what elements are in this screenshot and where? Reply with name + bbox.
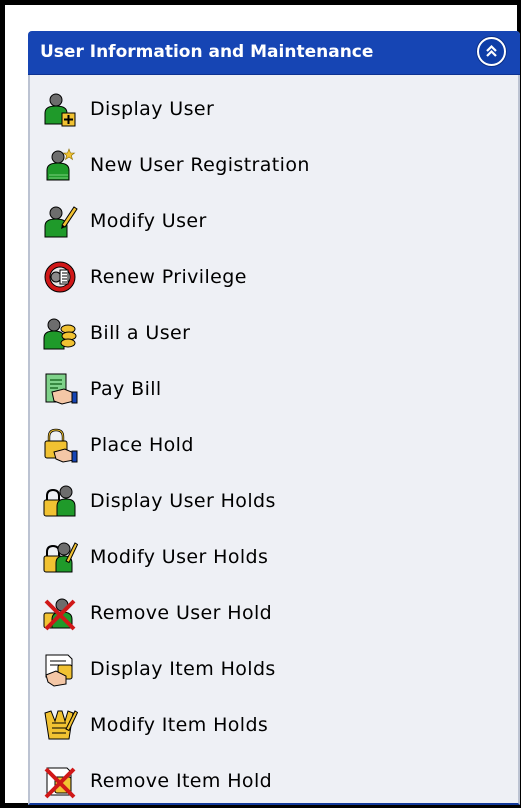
menu-item-label: Remove Item Hold xyxy=(90,770,273,792)
modify-item-holds-link[interactable]: Modify Item Holds xyxy=(42,707,482,743)
panel-title: User Information and Maintenance xyxy=(40,42,374,62)
display-user-holds-icon xyxy=(43,485,76,517)
remove-item-hold-icon xyxy=(44,767,76,799)
place-hold-icon xyxy=(44,428,78,463)
modify-user-holds-icon xyxy=(43,542,78,573)
menu-item-label: Modify User Holds xyxy=(90,546,269,568)
renew-privilege-link[interactable]: Renew Privilege xyxy=(42,259,482,295)
display-user-link[interactable]: Display User xyxy=(42,91,482,127)
menu-item-label: New User Registration xyxy=(90,154,310,176)
panel-header: User Information and Maintenance xyxy=(28,31,520,75)
menu-item-label: Display User xyxy=(90,98,215,120)
remove-user-hold-icon xyxy=(43,598,76,631)
place-hold-link[interactable]: Place Hold xyxy=(42,427,482,463)
renew-privilege-icon xyxy=(44,261,76,293)
display-user-icon xyxy=(44,93,76,127)
menu-item-label: Pay Bill xyxy=(90,378,162,400)
modify-user-holds-link[interactable]: Modify User Holds xyxy=(42,539,482,575)
menu-item-label: Place Hold xyxy=(90,434,194,456)
display-item-holds-icon xyxy=(45,654,73,687)
bill-user-icon xyxy=(43,318,77,350)
menu-item-label: Renew Privilege xyxy=(90,266,247,288)
remove-item-hold-link[interactable]: Remove Item Hold xyxy=(42,763,482,799)
new-user-registration-icon xyxy=(46,148,76,181)
modify-item-holds-icon xyxy=(44,710,78,740)
user-maintenance-panel: User Information and Maintenance Display… xyxy=(28,31,520,805)
modify-user-icon xyxy=(44,206,78,238)
pay-bill-link[interactable]: Pay Bill xyxy=(42,371,482,407)
pay-bill-icon xyxy=(45,373,78,405)
remove-user-hold-link[interactable]: Remove User Hold xyxy=(42,595,482,631)
window-frame: User Information and Maintenance Display… xyxy=(0,0,521,808)
new-user-registration-link[interactable]: New User Registration xyxy=(42,147,482,183)
double-chevron-up-icon xyxy=(486,44,497,57)
modify-user-link[interactable]: Modify User xyxy=(42,203,482,239)
menu-item-label: Remove User Hold xyxy=(90,602,273,624)
menu-item-label: Modify User xyxy=(90,210,207,232)
display-user-holds-link[interactable]: Display User Holds xyxy=(42,483,482,519)
collapse-button[interactable] xyxy=(477,37,506,66)
bill-a-user-link[interactable]: Bill a User xyxy=(42,315,482,351)
display-item-holds-link[interactable]: Display Item Holds xyxy=(42,651,482,687)
menu-item-label: Display Item Holds xyxy=(90,658,276,680)
menu-item-label: Display User Holds xyxy=(90,490,276,512)
menu-item-label: Modify Item Holds xyxy=(90,714,269,736)
menu-item-label: Bill a User xyxy=(90,322,191,344)
